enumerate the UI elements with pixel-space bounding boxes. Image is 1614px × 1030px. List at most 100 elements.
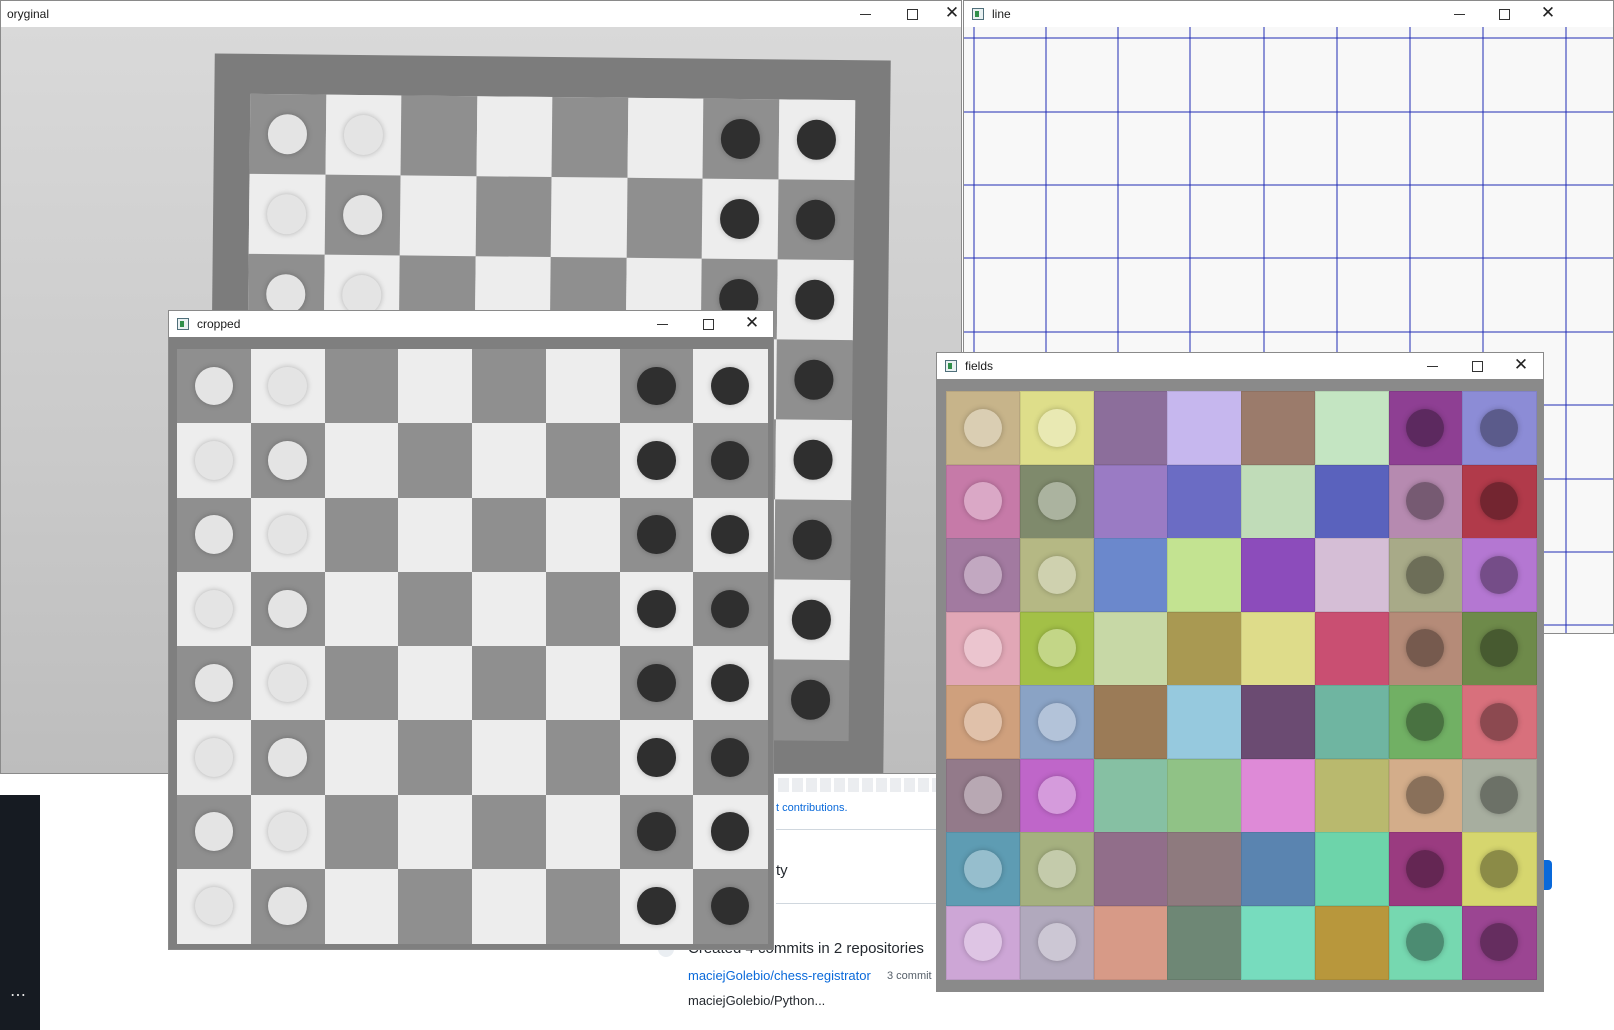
- chess-piece: [795, 199, 836, 240]
- chess-piece: [1037, 849, 1076, 888]
- board-square: [398, 497, 473, 573]
- board-square: [472, 571, 547, 647]
- chess-piece: [194, 515, 234, 554]
- chess-piece: [719, 199, 760, 239]
- section-heading: ty: [776, 862, 788, 879]
- board-square: [472, 423, 547, 498]
- board-square: [324, 646, 399, 721]
- board-square: [1167, 758, 1242, 833]
- cropped-board: [177, 349, 768, 944]
- chess-piece: [343, 115, 384, 155]
- divider: [776, 903, 936, 904]
- cropped-image: [169, 337, 773, 949]
- close-button[interactable]: ✕: [929, 1, 961, 27]
- more-options-icon[interactable]: ⋯: [10, 985, 26, 1005]
- chess-piece: [1406, 555, 1445, 594]
- chess-piece: [710, 738, 750, 777]
- board-square: [1093, 685, 1168, 759]
- chess-piece: [963, 849, 1002, 888]
- repo-link-2[interactable]: maciejGolebio/Python...: [688, 993, 825, 1008]
- window-title: oryginal: [7, 7, 50, 21]
- board-square: [545, 423, 620, 498]
- chess-piece: [268, 366, 307, 406]
- chess-piece: [790, 679, 831, 720]
- minimize-button[interactable]: [1437, 1, 1483, 27]
- board-square: [545, 720, 620, 795]
- opencv-window-icon: [972, 8, 984, 20]
- board-square: [472, 497, 547, 573]
- chess-piece: [1406, 408, 1445, 447]
- chess-piece: [963, 482, 1002, 521]
- chess-piece: [710, 441, 750, 480]
- titlebar-cropped[interactable]: cropped ✕: [169, 311, 773, 337]
- chess-piece: [637, 366, 676, 406]
- board-square: [1167, 391, 1242, 465]
- board-square: [324, 868, 399, 944]
- minimize-button[interactable]: [1410, 353, 1456, 379]
- opencv-window-icon: [177, 318, 189, 330]
- chess-piece: [963, 555, 1002, 594]
- divider: [776, 829, 936, 830]
- minimize-button[interactable]: [843, 1, 889, 27]
- board-square: [545, 349, 620, 424]
- chess-piece: [720, 119, 761, 159]
- board-square: [472, 794, 547, 870]
- minimize-button[interactable]: [640, 311, 686, 337]
- chess-piece: [1037, 629, 1076, 668]
- window-title: line: [992, 7, 1011, 21]
- board-square: [1314, 685, 1389, 759]
- titlebar-line[interactable]: line ✕: [964, 1, 1613, 27]
- chess-piece: [637, 663, 676, 703]
- chess-piece: [268, 663, 307, 703]
- board-square: [472, 868, 547, 944]
- board-square: [398, 423, 473, 498]
- chess-piece: [194, 738, 234, 777]
- chess-piece: [791, 599, 831, 640]
- board-square: [475, 176, 553, 258]
- board-square: [1167, 611, 1242, 686]
- fields-image: [937, 379, 1543, 991]
- board-square: [472, 349, 547, 424]
- board-square: [1314, 538, 1389, 612]
- maximize-button[interactable]: [685, 311, 731, 337]
- board-square: [472, 646, 547, 721]
- board-square: [1241, 391, 1316, 465]
- contributions-link[interactable]: t contributions.: [776, 802, 848, 814]
- chess-piece: [267, 114, 308, 155]
- board-square: [545, 646, 620, 721]
- chess-piece: [792, 439, 833, 480]
- board-square: [324, 571, 399, 647]
- window-fields[interactable]: fields ✕: [936, 352, 1544, 992]
- board-square: [545, 868, 620, 944]
- board-square: [626, 177, 704, 260]
- window-cropped[interactable]: cropped ✕: [168, 310, 774, 950]
- maximize-button[interactable]: [1481, 1, 1527, 27]
- chess-piece: [266, 274, 306, 315]
- opencv-window-icon: [945, 360, 957, 372]
- board-square: [1314, 611, 1389, 686]
- chess-piece: [963, 776, 1002, 815]
- chess-piece: [1480, 702, 1519, 741]
- window-title: cropped: [197, 317, 241, 331]
- chess-piece: [793, 359, 834, 400]
- maximize-button[interactable]: [1454, 353, 1500, 379]
- repo-link-1[interactable]: maciejGolebio/chess-registrator: [688, 968, 871, 983]
- contribution-graph: [778, 778, 936, 792]
- close-button[interactable]: ✕: [729, 311, 773, 337]
- board-square: [1314, 391, 1389, 465]
- board-square: [1093, 391, 1168, 465]
- board-square: [1167, 685, 1242, 759]
- board-square: [1167, 905, 1242, 980]
- board-square: [1241, 464, 1316, 539]
- titlebar-fields[interactable]: fields ✕: [937, 353, 1543, 379]
- chess-piece: [268, 812, 307, 851]
- board-square: [1241, 685, 1316, 759]
- board-square: [1167, 832, 1242, 906]
- repo-commit-count: 3 commit: [887, 970, 932, 982]
- board-square: [1093, 464, 1168, 539]
- board-square: [1241, 832, 1316, 906]
- chess-piece: [194, 441, 234, 480]
- close-button[interactable]: ✕: [1525, 1, 1571, 27]
- titlebar-original[interactable]: oryginal ✕: [1, 1, 961, 27]
- close-button[interactable]: ✕: [1498, 353, 1543, 379]
